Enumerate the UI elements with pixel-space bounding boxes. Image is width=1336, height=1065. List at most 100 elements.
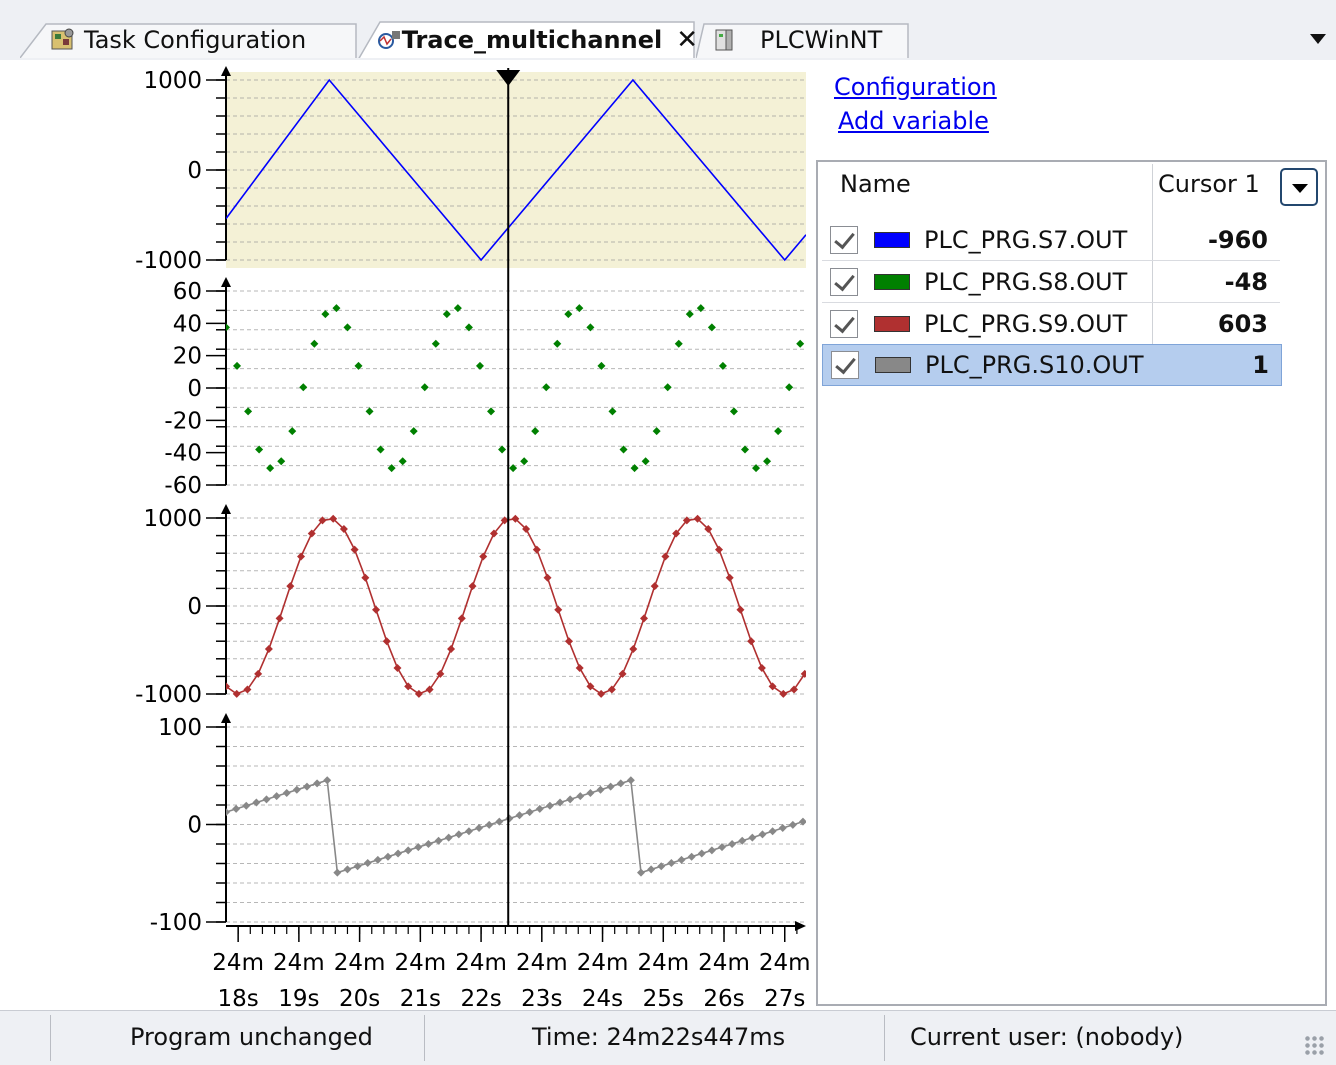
data-point [361, 573, 370, 582]
data-point [531, 427, 540, 436]
cursor-value: -48 [1224, 268, 1268, 296]
data-point [532, 545, 541, 554]
data-point [542, 383, 551, 392]
trace-chart[interactable]: -100001000-60-40-200204060-100001000-100… [0, 60, 812, 1010]
resize-grip-icon[interactable] [1304, 1035, 1326, 1057]
data-point [641, 457, 650, 466]
tab-trace-multichannel[interactable]: Trace_multichannel ✕ [358, 21, 698, 58]
y-tick-label: -60 [164, 473, 202, 499]
data-point [321, 310, 330, 319]
data-point [715, 545, 724, 554]
y-tick-label: 0 [187, 813, 202, 839]
visibility-checkbox[interactable] [831, 351, 859, 379]
data-point [545, 801, 554, 810]
x-tick-label: 21s [400, 986, 441, 1010]
data-point [543, 573, 552, 582]
series-line [226, 779, 804, 874]
x-tick-label: 26s [703, 986, 744, 1010]
data-point [586, 788, 595, 797]
visibility-checkbox[interactable] [830, 268, 858, 296]
tab-task-configuration[interactable]: Task Configuration [20, 22, 360, 58]
data-point [487, 407, 496, 416]
data-point [606, 782, 615, 791]
data-point [475, 361, 484, 370]
x-tick-label: 25s [643, 986, 684, 1010]
data-point [431, 339, 440, 348]
variable-row[interactable]: PLC_PRG.S10.OUT 1 [822, 344, 1282, 386]
data-point [464, 827, 473, 836]
cursor-value: -960 [1207, 226, 1268, 254]
data-point [725, 573, 734, 582]
configuration-link[interactable]: Configuration [834, 70, 997, 104]
column-header-cursor[interactable]: Cursor 1 [1158, 170, 1260, 198]
data-point [232, 804, 241, 813]
status-divider [424, 1015, 425, 1061]
data-point [674, 339, 683, 348]
status-divider [50, 1015, 51, 1061]
data-point [619, 445, 628, 454]
tab-list-dropdown[interactable] [1310, 34, 1326, 44]
data-point [447, 645, 456, 654]
data-point [554, 605, 563, 614]
x-tick-label: 24m [273, 950, 325, 976]
plc-device-icon [712, 27, 738, 53]
x-tick-label: 24m [577, 950, 629, 976]
data-point [404, 846, 413, 855]
data-point [652, 427, 661, 436]
column-header-name[interactable]: Name [840, 170, 911, 198]
data-point [299, 383, 308, 392]
y-axis-arrow [221, 66, 231, 76]
data-point [313, 779, 322, 788]
data-point [608, 407, 617, 416]
data-point [266, 464, 275, 473]
variable-row[interactable]: PLC_PRG.S9.OUT 603 [822, 304, 1280, 345]
data-point [575, 664, 584, 673]
close-icon[interactable]: ✕ [676, 25, 698, 55]
y-tick-label: 0 [187, 594, 202, 620]
data-point [505, 814, 514, 823]
data-point [485, 820, 494, 829]
color-swatch [874, 316, 910, 332]
tab-plcwinnt[interactable]: PLCWinNT [696, 22, 912, 58]
data-point [373, 855, 382, 864]
data-point [768, 827, 777, 836]
data-point [785, 383, 794, 392]
x-tick-label: 24s [582, 986, 623, 1010]
data-point [277, 457, 286, 466]
cursor-value: 603 [1217, 310, 1268, 338]
status-bar: Program unchanged Time: 24m22s447ms Curr… [0, 1010, 1336, 1065]
x-tick-label: 24m [334, 950, 386, 976]
cursor-dropdown-button[interactable] [1280, 168, 1318, 206]
variable-row[interactable]: PLC_PRG.S8.OUT -48 [822, 262, 1280, 303]
data-point [310, 339, 319, 348]
data-point [564, 637, 573, 646]
variable-row[interactable]: PLC_PRG.S7.OUT -960 [822, 220, 1280, 261]
data-point [255, 445, 264, 454]
variable-list-header: Name Cursor 1 [818, 162, 1325, 214]
y-axis-arrow [221, 713, 231, 723]
data-point [372, 605, 381, 614]
data-point [343, 865, 352, 874]
data-point [282, 788, 291, 797]
y-tick-label: -1000 [135, 248, 202, 274]
add-variable-link[interactable]: Add variable [838, 104, 997, 138]
data-point [302, 782, 311, 791]
data-point [252, 798, 261, 807]
data-point [677, 855, 686, 864]
data-point [409, 427, 418, 436]
visibility-checkbox[interactable] [830, 310, 858, 338]
data-point [667, 859, 676, 868]
visibility-checkbox[interactable] [830, 226, 858, 254]
data-point [376, 445, 385, 454]
x-tick-label: 24m [637, 950, 689, 976]
x-tick-label: 24m [212, 950, 264, 976]
data-point [525, 808, 534, 817]
x-tick-label: 22s [460, 986, 501, 1010]
y-axis-arrow [221, 504, 231, 514]
y-tick-label: -40 [164, 441, 202, 467]
data-point [630, 464, 639, 473]
data-point [382, 637, 391, 646]
data-point [262, 795, 271, 804]
data-point [444, 833, 453, 842]
variable-name: PLC_PRG.S8.OUT [924, 268, 1128, 296]
